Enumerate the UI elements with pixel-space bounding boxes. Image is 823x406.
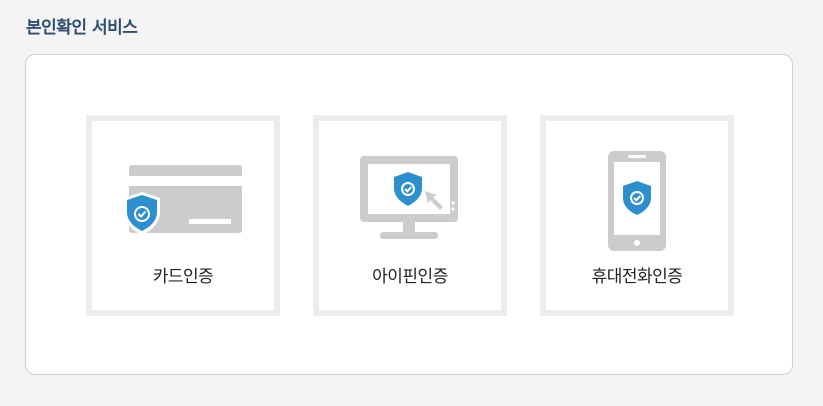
verification-panel: 카드인증 아이핀인증 휴대전화인증 — [25, 54, 793, 375]
card-verification-option[interactable]: 카드인증 — [86, 115, 280, 316]
credit-card-shield-icon — [124, 165, 242, 235]
smartphone-shield-icon — [608, 151, 666, 251]
monitor-shield-cursor-icon — [360, 156, 458, 239]
mobile-verification-label: 휴대전화인증 — [591, 267, 683, 287]
section-title: 본인확인 서비스 — [26, 18, 138, 38]
card-verification-label: 카드인증 — [152, 267, 214, 287]
ipin-verification-label: 아이핀인증 — [372, 267, 448, 287]
mobile-verification-option[interactable]: 휴대전화인증 — [540, 115, 734, 316]
ipin-verification-option[interactable]: 아이핀인증 — [313, 115, 507, 316]
